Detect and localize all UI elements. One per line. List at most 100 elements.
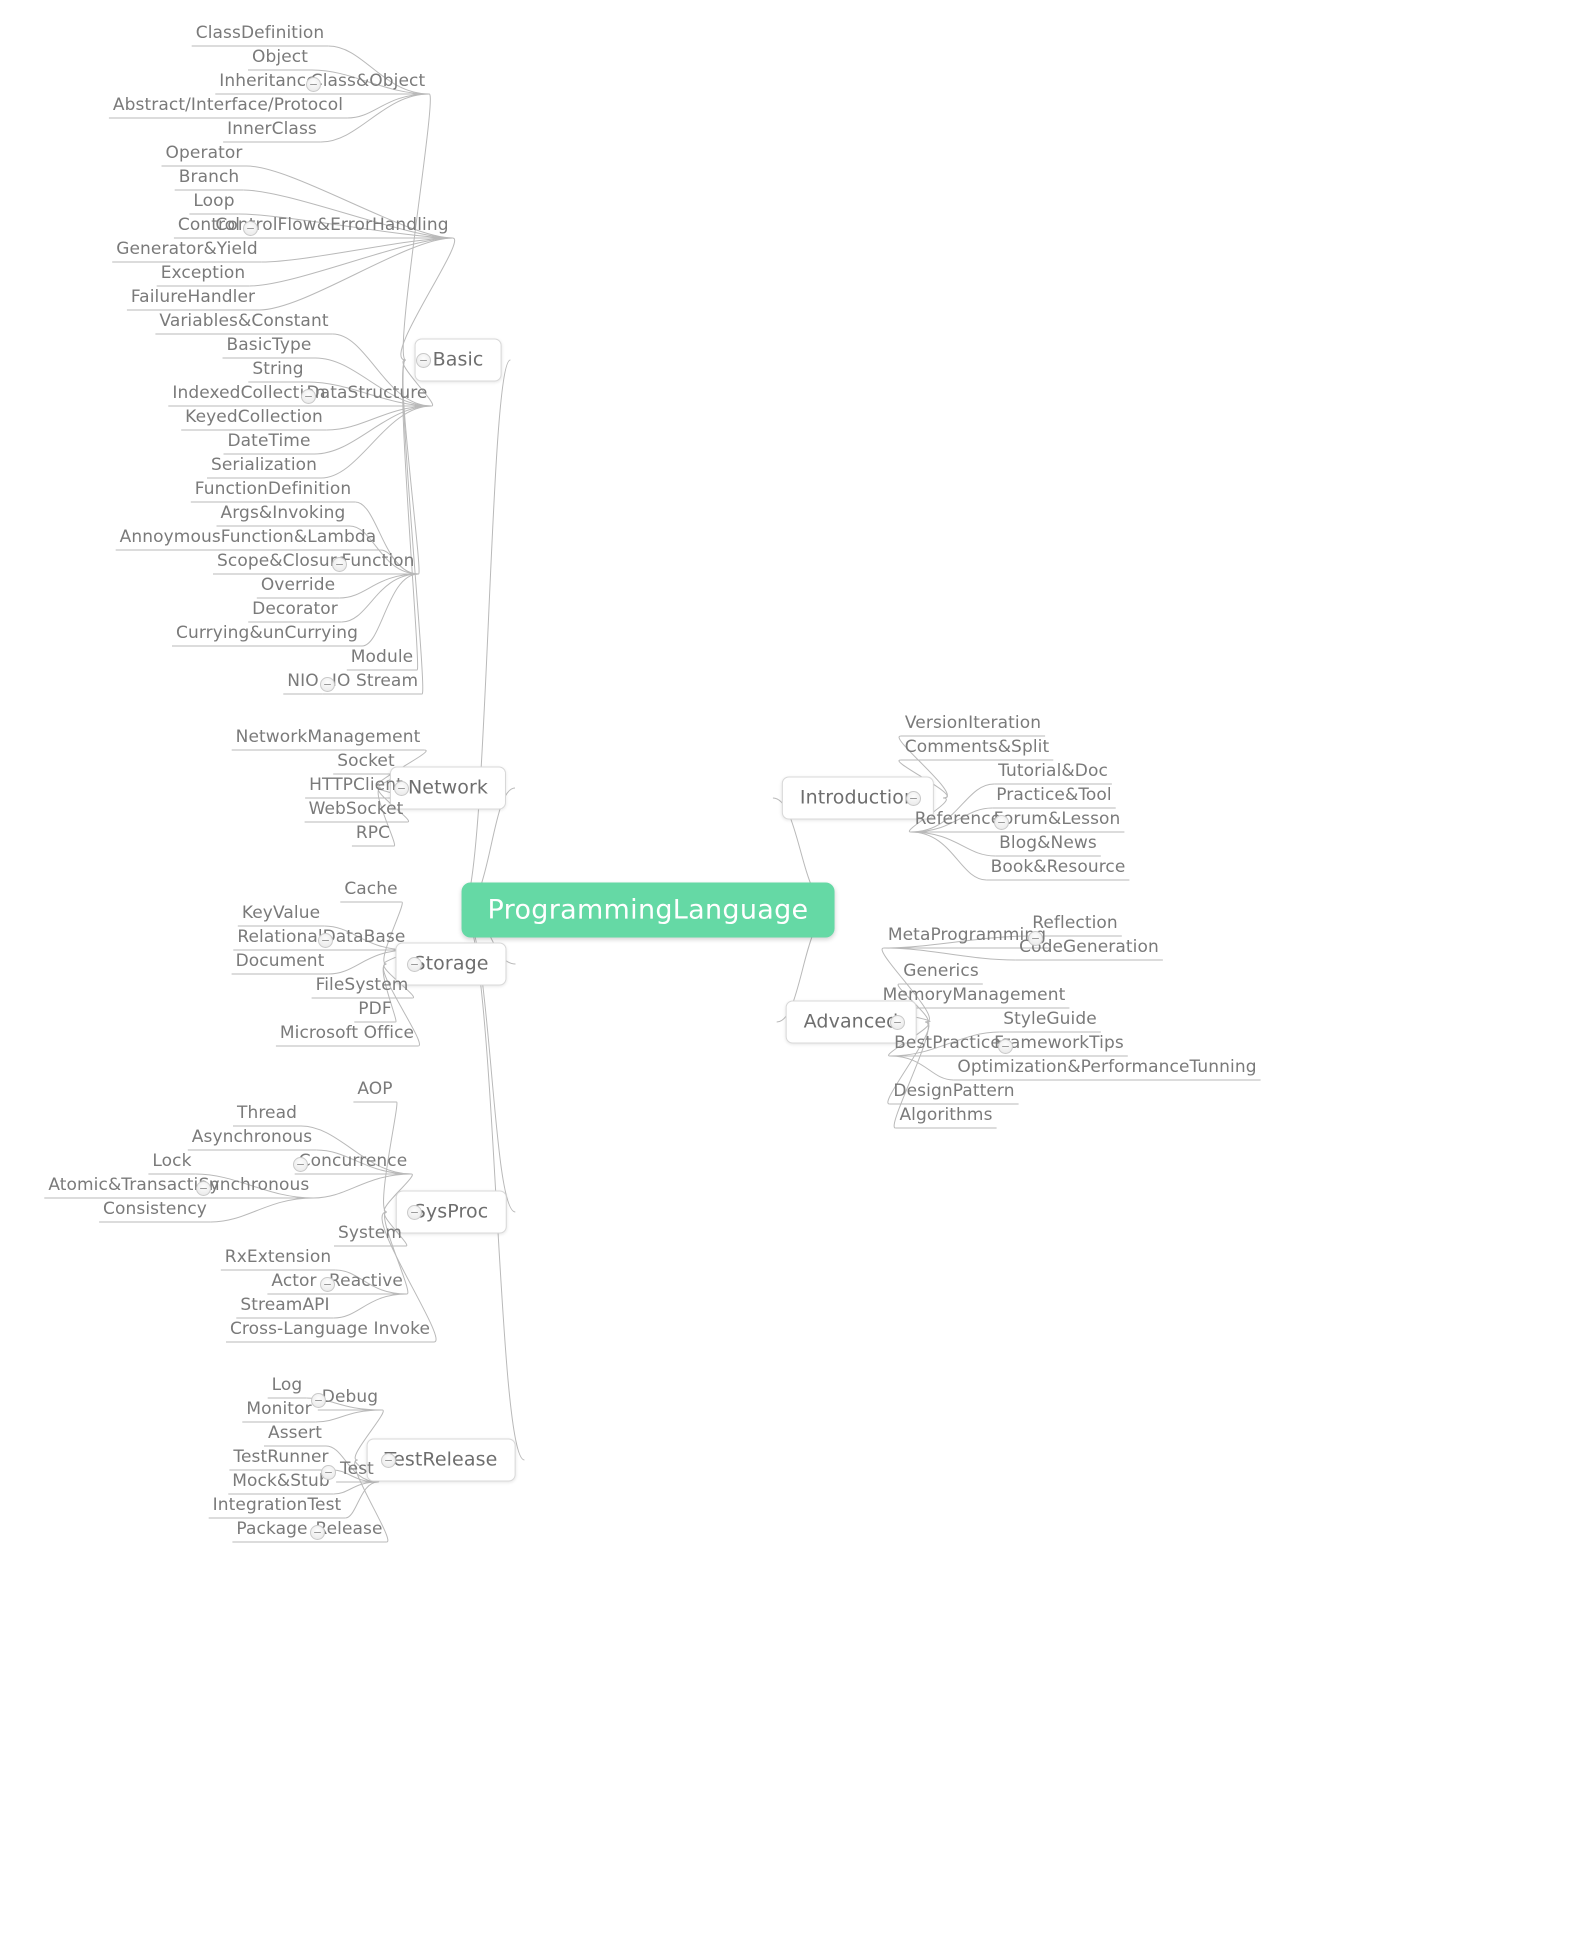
mindmap-node-nio[interactable]: NIO bbox=[283, 673, 322, 695]
mindmap-node-loop[interactable]: Loop bbox=[189, 193, 238, 215]
mindmap-node-blog-news[interactable]: Blog&News bbox=[995, 835, 1101, 857]
collapse-toggle-advanced[interactable] bbox=[889, 1014, 905, 1030]
mindmap-node-generics[interactable]: Generics bbox=[899, 963, 983, 985]
mindmap-node-log[interactable]: Log bbox=[268, 1377, 307, 1399]
collapse-toggle-io-stream[interactable] bbox=[319, 676, 335, 692]
collapse-toggle-test[interactable] bbox=[320, 1464, 336, 1480]
mindmap-node-comments-split[interactable]: Comments&Split bbox=[901, 739, 1054, 761]
mindmap-node-datetime[interactable]: DateTime bbox=[223, 433, 314, 455]
mindmap-node-lock[interactable]: Lock bbox=[148, 1153, 195, 1175]
mindmap-node-override[interactable]: Override bbox=[257, 577, 339, 599]
mindmap-node-package[interactable]: Package bbox=[232, 1521, 311, 1543]
mindmap-node-module[interactable]: Module bbox=[347, 649, 417, 671]
mindmap-node-control[interactable]: Control bbox=[174, 217, 244, 239]
mindmap-node-styleguide[interactable]: StyleGuide bbox=[999, 1011, 1101, 1033]
mindmap-node-streamapi[interactable]: StreamAPI bbox=[236, 1297, 333, 1319]
collapse-toggle-database[interactable] bbox=[317, 932, 333, 948]
mindmap-node-optimization-performancetunning[interactable]: Optimization&PerformanceTunning bbox=[953, 1059, 1260, 1081]
mindmap-node-class-object[interactable]: Class&Object bbox=[307, 73, 430, 95]
mindmap-node-debug[interactable]: Debug bbox=[318, 1389, 382, 1411]
mindmap-node-aop[interactable]: AOP bbox=[353, 1081, 396, 1103]
mindmap-node-httpclient[interactable]: HTTPClient bbox=[305, 777, 407, 799]
collapse-toggle-introduction[interactable] bbox=[905, 790, 921, 806]
mindmap-node-designpattern[interactable]: DesignPattern bbox=[889, 1083, 1018, 1105]
mindmap-node-operator[interactable]: Operator bbox=[162, 145, 247, 167]
mindmap-node-microsoft-office[interactable]: Microsoft Office bbox=[276, 1025, 418, 1047]
mindmap-node-memorymanagement[interactable]: MemoryManagement bbox=[879, 987, 1070, 1009]
collapse-toggle-testrelease[interactable] bbox=[380, 1452, 396, 1468]
collapse-toggle-datastructure[interactable] bbox=[300, 388, 316, 404]
mindmap-node-networkmanagement[interactable]: NetworkManagement bbox=[232, 729, 425, 751]
mindmap-node-decorator[interactable]: Decorator bbox=[248, 601, 342, 623]
collapse-toggle-basic[interactable] bbox=[415, 352, 431, 368]
mindmap-node-concurrence[interactable]: Concurrence bbox=[295, 1153, 412, 1175]
collapse-toggle-reference[interactable] bbox=[993, 814, 1009, 830]
collapse-toggle-storage[interactable] bbox=[406, 956, 422, 972]
mindmap-node-functiondefinition[interactable]: FunctionDefinition bbox=[191, 481, 355, 503]
mindmap-node-filesystem[interactable]: FileSystem bbox=[312, 977, 413, 999]
mindmap-node-monitor[interactable]: Monitor bbox=[242, 1401, 315, 1423]
mindmap-node-failurehandler[interactable]: FailureHandler bbox=[127, 289, 259, 311]
mindmap-node-rxextension[interactable]: RxExtension bbox=[221, 1249, 335, 1271]
collapse-toggle-network[interactable] bbox=[393, 780, 409, 796]
collapse-toggle-function[interactable] bbox=[331, 556, 347, 572]
mindmap-node-branch[interactable]: Branch bbox=[175, 169, 244, 191]
mindmap-node-root[interactable]: ProgrammingLanguage bbox=[461, 882, 835, 938]
mindmap-node-mock-stub[interactable]: Mock&Stub bbox=[228, 1473, 333, 1495]
mindmap-node-thread[interactable]: Thread bbox=[233, 1105, 301, 1127]
mindmap-node-io-stream[interactable]: IO Stream bbox=[328, 673, 422, 695]
collapse-toggle-controlflow-errorhandling[interactable] bbox=[242, 220, 258, 236]
mindmap-node-socket[interactable]: Socket bbox=[333, 753, 399, 775]
mindmap-node-actor[interactable]: Actor bbox=[267, 1273, 320, 1295]
mindmap-node-algorithms[interactable]: Algorithms bbox=[895, 1107, 996, 1129]
mindmap-node-cross-language-invoke[interactable]: Cross-Language Invoke bbox=[226, 1321, 434, 1343]
mindmap-node-variables-constant[interactable]: Variables&Constant bbox=[155, 313, 332, 335]
mindmap-node-reflection[interactable]: Reflection bbox=[1028, 915, 1122, 937]
mindmap-node-consistency[interactable]: Consistency bbox=[99, 1201, 211, 1223]
mindmap-node-system[interactable]: System bbox=[334, 1225, 406, 1247]
mindmap-node-testrunner[interactable]: TestRunner bbox=[229, 1449, 332, 1471]
mindmap-node-string[interactable]: String bbox=[248, 361, 307, 383]
mindmap-node-scope-closure[interactable]: Scope&Closure bbox=[213, 553, 351, 575]
mindmap-node-args-invoking[interactable]: Args&Invoking bbox=[217, 505, 350, 527]
collapse-toggle-release[interactable] bbox=[309, 1524, 325, 1540]
mindmap-node-inheritance[interactable]: Inheritance bbox=[215, 73, 321, 95]
collapse-toggle-class-object[interactable] bbox=[305, 76, 321, 92]
mindmap-node-generator-yield[interactable]: Generator&Yield bbox=[112, 241, 262, 263]
mindmap-node-tutorial-doc[interactable]: Tutorial&Doc bbox=[994, 763, 1112, 785]
mindmap-node-book-resource[interactable]: Book&Resource bbox=[987, 859, 1130, 881]
mindmap-node-forum-lesson[interactable]: Forum&Lesson bbox=[990, 811, 1125, 833]
mindmap-node-reactive[interactable]: Reactive bbox=[325, 1273, 407, 1295]
mindmap-node-annoymousfunction-lambda[interactable]: AnnoymousFunction&Lambda bbox=[116, 529, 381, 551]
collapse-toggle-debug[interactable] bbox=[310, 1392, 326, 1408]
mindmap-node-keyedcollection[interactable]: KeyedCollection bbox=[181, 409, 327, 431]
mindmap-node-classdefinition[interactable]: ClassDefinition bbox=[192, 25, 329, 47]
collapse-toggle-reactive[interactable] bbox=[319, 1276, 335, 1292]
mindmap-node-websocket[interactable]: WebSocket bbox=[305, 801, 408, 823]
mindmap-node-asynchronous[interactable]: Asynchronous bbox=[188, 1129, 316, 1151]
mindmap-node-object[interactable]: Object bbox=[248, 49, 312, 71]
mindmap-node-relational[interactable]: Relational bbox=[233, 929, 326, 951]
mindmap-node-integrationtest[interactable]: IntegrationTest bbox=[209, 1497, 346, 1519]
mindmap-node-exception[interactable]: Exception bbox=[157, 265, 250, 287]
mindmap-node-test[interactable]: Test bbox=[336, 1461, 378, 1483]
mindmap-node-serialization[interactable]: Serialization bbox=[207, 457, 321, 479]
collapse-toggle-sysproc[interactable] bbox=[406, 1204, 422, 1220]
mindmap-node-innerclass[interactable]: InnerClass bbox=[223, 121, 321, 143]
mindmap-node-assert[interactable]: Assert bbox=[264, 1425, 326, 1447]
mindmap-node-pdf[interactable]: PDF bbox=[354, 1001, 395, 1023]
collapse-toggle-synchronous[interactable] bbox=[195, 1180, 211, 1196]
collapse-toggle-concurrence[interactable] bbox=[292, 1156, 308, 1172]
mindmap-node-practice-tool[interactable]: Practice&Tool bbox=[992, 787, 1115, 809]
mindmap-node-basictype[interactable]: BasicType bbox=[223, 337, 316, 359]
collapse-toggle-bestpractices[interactable] bbox=[997, 1038, 1013, 1054]
mindmap-node-abstract-interface-protocol[interactable]: Abstract/Interface/Protocol bbox=[109, 97, 347, 119]
mindmap-node-keyvalue[interactable]: KeyValue bbox=[238, 905, 324, 927]
mindmap-node-document[interactable]: Document bbox=[232, 953, 329, 975]
mindmap-node-currying-uncurrying[interactable]: Currying&unCurrying bbox=[172, 625, 362, 647]
collapse-toggle-metaprogramming[interactable] bbox=[1027, 930, 1043, 946]
edge-bestpractices-to-optimization-performancetunning bbox=[890, 1055, 954, 1081]
mindmap-node-versioniteration[interactable]: VersionIteration bbox=[901, 715, 1045, 737]
mindmap-node-cache[interactable]: Cache bbox=[340, 881, 401, 903]
mindmap-node-rpc[interactable]: RPC bbox=[352, 825, 394, 847]
